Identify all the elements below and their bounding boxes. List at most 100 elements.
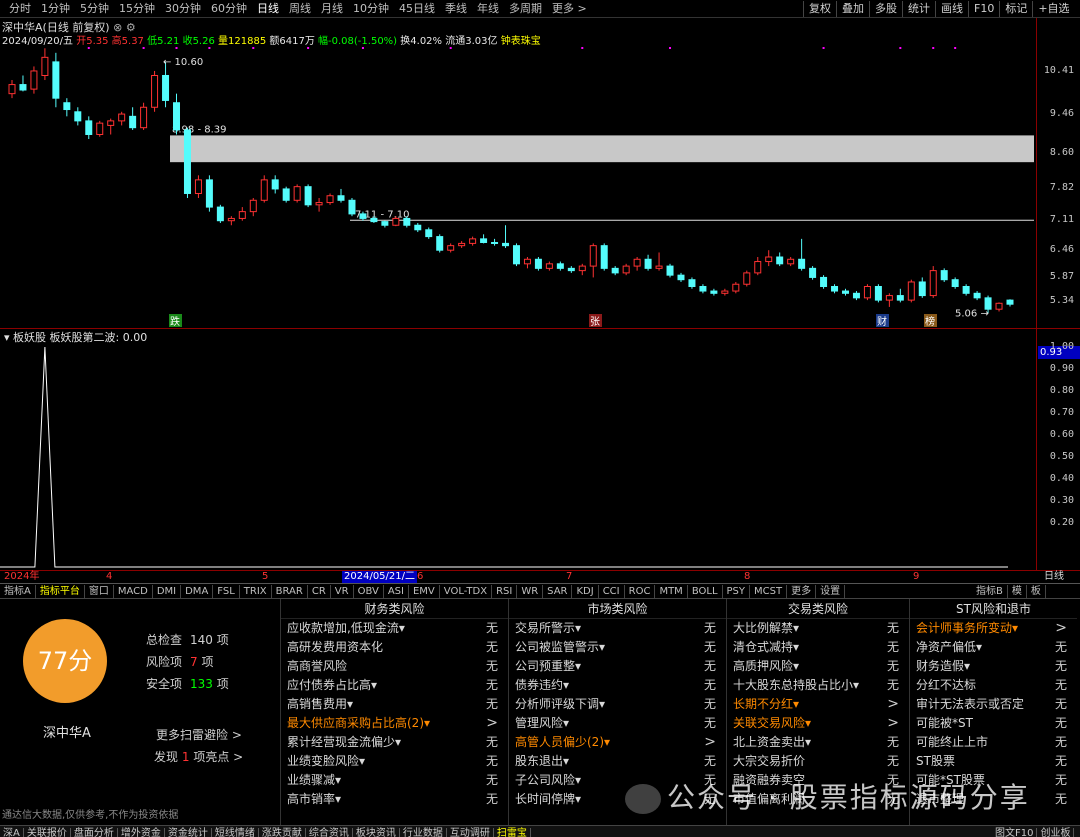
indicator-tab-right-0[interactable]: 指标B	[972, 585, 1008, 599]
risk-item[interactable]: 应付债券占比高▾ 无	[281, 676, 508, 695]
indicator-tab-right-2[interactable]: 板	[1027, 585, 1046, 599]
risk-item[interactable]: ST股票 无	[910, 752, 1077, 771]
risk-item[interactable]: 会计师事务所变动▾ >	[910, 619, 1077, 638]
status-tab-4[interactable]: 资金统计	[165, 828, 212, 837]
status-tab-8[interactable]: 板块资讯	[353, 828, 400, 837]
indicator-tab-1[interactable]: 指标平台	[36, 585, 85, 599]
tool-button-0[interactable]: 复权	[803, 1, 836, 17]
more-scan-link[interactable]: 更多扫雷避险 >	[156, 726, 242, 743]
risk-item[interactable]: 可能终止上市 无	[910, 733, 1077, 752]
period-tab-10[interactable]: 45日线	[394, 0, 440, 18]
indicator-tab-15[interactable]: RSI	[492, 585, 518, 599]
indicator-tab-18[interactable]: KDJ	[572, 585, 599, 599]
indicator-tab-20[interactable]: ROC	[625, 585, 656, 599]
indicator-tab-14[interactable]: VOL-TDX	[440, 585, 493, 599]
indicator-tab-24[interactable]: MCST	[750, 585, 788, 599]
status-tab-0[interactable]: 深A	[0, 828, 24, 837]
risk-item[interactable]: 高管人员偏少(2)▾ >	[509, 733, 726, 752]
indicator-tab-0[interactable]: 指标A	[0, 585, 36, 599]
indicator-tab-10[interactable]: VR	[331, 585, 354, 599]
period-tab-9[interactable]: 10分钟	[348, 0, 394, 18]
period-tab-0[interactable]: 分时	[4, 0, 36, 18]
period-tab-2[interactable]: 5分钟	[75, 0, 114, 18]
period-tab-7[interactable]: 周线	[284, 0, 316, 18]
risk-item[interactable]: 大比例解禁▾ 无	[727, 619, 909, 638]
indicator-tab-16[interactable]: WR	[517, 585, 544, 599]
risk-item[interactable]: 净资产偏低▾ 无	[910, 638, 1077, 657]
indicator-tab-23[interactable]: PSY	[723, 585, 751, 599]
period-tab-13[interactable]: 多周期	[504, 0, 547, 18]
indicator-tab-8[interactable]: BRAR	[272, 585, 308, 599]
tool-button-6[interactable]: 标记	[999, 1, 1032, 17]
risk-item[interactable]: 高市销率▾ 无	[281, 790, 508, 809]
status-tab-3[interactable]: 增外资金	[118, 828, 165, 837]
tool-button-2[interactable]: 多股	[869, 1, 902, 17]
period-tab-5[interactable]: 60分钟	[206, 0, 252, 18]
risk-item[interactable]: 大宗交易折价 无	[727, 752, 909, 771]
risk-item[interactable]: 十大股东总持股占比小▾ 无	[727, 676, 909, 695]
indicator-tab-3[interactable]: MACD	[114, 585, 153, 599]
status-tab-6[interactable]: 涨跌贡献	[259, 828, 306, 837]
tool-button-4[interactable]: 画线	[935, 1, 968, 17]
highlights-link[interactable]: 发现 1 项亮点 >	[154, 748, 243, 765]
tool-button-1[interactable]: 叠加	[836, 1, 869, 17]
period-tab-8[interactable]: 月线	[316, 0, 348, 18]
status-tab-2[interactable]: 盘面分析	[71, 828, 118, 837]
indicator-tab-25[interactable]: 更多	[787, 585, 817, 599]
tool-button-7[interactable]: +自选	[1032, 1, 1074, 17]
status-right-1[interactable]: 创业板	[1037, 828, 1075, 837]
risk-item[interactable]: 业绩骤减▾ 无	[281, 771, 508, 790]
risk-item[interactable]: 应收款增加,低现金流▾ 无	[281, 619, 508, 638]
risk-item[interactable]: 审计无法表示或否定 无	[910, 695, 1077, 714]
status-tab-11[interactable]: 扫雷宝	[494, 828, 531, 837]
period-tab-14[interactable]: 更多 >	[547, 0, 592, 18]
risk-item[interactable]: 长期不分红▾ >	[727, 695, 909, 714]
period-tab-6[interactable]: 日线	[252, 0, 284, 18]
status-tab-7[interactable]: 综合资讯	[306, 828, 353, 837]
risk-item[interactable]: 高研发费用资本化 无	[281, 638, 508, 657]
status-right-0[interactable]: 图文F10	[992, 828, 1038, 837]
status-tab-1[interactable]: 关联报价	[24, 828, 71, 837]
status-tab-9[interactable]: 行业数据	[400, 828, 447, 837]
risk-item[interactable]: 最大供应商采购占比高(2)▾ >	[281, 714, 508, 733]
status-tab-5[interactable]: 短线情绪	[212, 828, 259, 837]
indicator-tab-5[interactable]: DMA	[181, 585, 214, 599]
period-tab-4[interactable]: 30分钟	[160, 0, 206, 18]
period-tab-1[interactable]: 1分钟	[36, 0, 75, 18]
risk-item[interactable]: 财务造假▾ 无	[910, 657, 1077, 676]
indicator-tab-13[interactable]: EMV	[409, 585, 440, 599]
risk-item[interactable]: 清仓式减持▾ 无	[727, 638, 909, 657]
indicator-tab-4[interactable]: DMI	[153, 585, 182, 599]
indicator-tab-2[interactable]: 窗口	[85, 585, 114, 599]
risk-item[interactable]: 债券违约▾ 无	[509, 676, 726, 695]
risk-item[interactable]: 高质押风险▾ 无	[727, 657, 909, 676]
indicator-tab-right-1[interactable]: 模	[1008, 585, 1027, 599]
tool-button-3[interactable]: 统计	[902, 1, 935, 17]
risk-item[interactable]: 公司预重整▾ 无	[509, 657, 726, 676]
risk-item[interactable]: 高商誉风险 无	[281, 657, 508, 676]
risk-item[interactable]: 管理风险▾ 无	[509, 714, 726, 733]
indicator-tab-17[interactable]: SAR	[543, 585, 573, 599]
risk-item[interactable]: 北上资金卖出▾ 无	[727, 733, 909, 752]
indicator-tab-26[interactable]: 设置	[816, 585, 846, 599]
indicator-tab-22[interactable]: BOLL	[688, 585, 723, 599]
tool-button-5[interactable]: F10	[968, 1, 999, 17]
risk-item[interactable]: 分析师评级下调▾ 无	[509, 695, 726, 714]
risk-item[interactable]: 可能被*ST 无	[910, 714, 1077, 733]
indicator-chart[interactable]	[0, 340, 1036, 570]
indicator-tab-9[interactable]: CR	[308, 585, 331, 599]
indicator-tab-19[interactable]: CCI	[599, 585, 625, 599]
indicator-tab-6[interactable]: FSL	[213, 585, 240, 599]
risk-item[interactable]: 公司被监管警示▾ 无	[509, 638, 726, 657]
period-tab-12[interactable]: 年线	[472, 0, 504, 18]
risk-item[interactable]: 关联交易风险▾ >	[727, 714, 909, 733]
indicator-tab-12[interactable]: ASI	[384, 585, 409, 599]
indicator-tab-7[interactable]: TRIX	[240, 585, 272, 599]
period-tab-11[interactable]: 季线	[440, 0, 472, 18]
risk-item[interactable]: 分红不达标 无	[910, 676, 1077, 695]
risk-item[interactable]: 业绩变脸风险▾ 无	[281, 752, 508, 771]
indicator-tab-21[interactable]: MTM	[655, 585, 688, 599]
risk-item[interactable]: 高销售费用▾ 无	[281, 695, 508, 714]
indicator-tab-11[interactable]: OBV	[354, 585, 384, 599]
risk-item[interactable]: 交易所警示▾ 无	[509, 619, 726, 638]
